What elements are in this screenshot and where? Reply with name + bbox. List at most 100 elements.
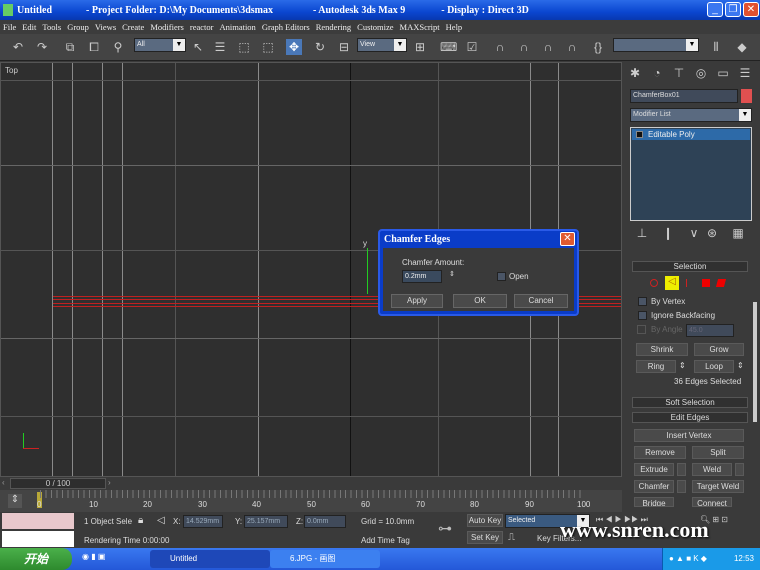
move-icon[interactable]: ✥ xyxy=(286,39,302,55)
polygon-mode-icon[interactable] xyxy=(702,279,710,287)
weld-button[interactable]: Weld xyxy=(692,463,732,476)
menu-create[interactable]: Create xyxy=(122,22,144,32)
undo-icon[interactable]: ↶ xyxy=(10,39,26,55)
by-vertex-checkbox[interactable] xyxy=(638,297,647,306)
ring-spinner[interactable]: ⇕ xyxy=(679,361,686,370)
ref-coord-dropdown[interactable]: View ▼ xyxy=(357,38,407,52)
extrude-settings-button[interactable] xyxy=(677,463,686,476)
next-frame-icon[interactable]: › xyxy=(108,478,111,487)
select-link-icon[interactable]: ⧉ xyxy=(62,39,78,55)
remove-button[interactable]: Remove xyxy=(634,446,686,459)
pin-stack-icon[interactable]: ⊥ xyxy=(634,225,650,241)
split-button[interactable]: Split xyxy=(692,446,744,459)
named-selection-icon[interactable]: ∩ xyxy=(564,39,580,55)
edit-named-sel-icon[interactable]: {} xyxy=(590,39,606,55)
insert-vertex-button[interactable]: Insert Vertex xyxy=(634,429,744,442)
panel-scrollbar[interactable] xyxy=(753,302,757,422)
keyboard-shortcut-icon[interactable]: ⌨ xyxy=(440,39,457,55)
quick-launch-icons[interactable]: ◉ ▮ ▣ xyxy=(82,552,105,561)
select-object-icon[interactable]: ↖ xyxy=(190,39,206,55)
viewport-label[interactable]: Top xyxy=(5,66,18,75)
lock-selection-icon[interactable]: 🔒︎ xyxy=(138,515,143,526)
spinner-snap-icon[interactable]: ∩ xyxy=(540,39,556,55)
edit-edges-rollout-header[interactable]: Edit Edges xyxy=(632,412,748,423)
menu-modifiers[interactable]: Modifiers xyxy=(150,22,184,32)
vertex-mode-icon[interactable] xyxy=(650,279,658,287)
chamfer-amount-input[interactable]: 0.2mm xyxy=(402,270,442,283)
object-name-input[interactable]: ChamferBox01 xyxy=(630,89,738,103)
maxscript-listener-white[interactable] xyxy=(2,531,74,547)
menu-group[interactable]: Group xyxy=(67,22,89,32)
task-paint[interactable]: 6.JPG - 画图 xyxy=(270,550,380,568)
track-bar[interactable]: ⇕ 0 10 20 30 40 50 60 70 80 90 100 xyxy=(0,490,622,512)
menu-customize[interactable]: Customize xyxy=(357,22,393,32)
remove-modifier-icon[interactable]: ⊛ xyxy=(704,225,720,241)
maxscript-listener-pink[interactable] xyxy=(2,513,74,529)
mini-curve-editor-icon[interactable]: ⇕ xyxy=(8,494,22,508)
restore-button[interactable]: ❐ xyxy=(725,2,741,17)
select-by-name-icon[interactable]: ☰ xyxy=(212,39,228,55)
rect-selection-icon[interactable]: ⬚ xyxy=(236,39,252,55)
bridge-button[interactable]: Bridge xyxy=(634,497,674,507)
chamfer-button[interactable]: Chamfer xyxy=(634,480,674,493)
minimize-button[interactable]: _ xyxy=(707,2,723,17)
selection-filter-dropdown[interactable]: All ▼ xyxy=(134,38,186,52)
modify-tab-icon[interactable]: ◔ xyxy=(649,65,665,81)
align-icon[interactable]: ◆ xyxy=(734,39,750,55)
object-color-swatch[interactable] xyxy=(741,89,752,103)
task-untitled[interactable]: Untitled xyxy=(150,550,270,568)
utilities-tab-icon[interactable]: ☰ xyxy=(737,65,753,81)
create-tab-icon[interactable]: ✱ xyxy=(627,65,643,81)
bind-spacewarp-icon[interactable]: ⚲ xyxy=(110,39,126,55)
percent-snap-icon[interactable]: ∩ xyxy=(516,39,532,55)
ring-button[interactable]: Ring xyxy=(636,360,676,373)
named-selection-sets-dropdown[interactable]: ▼ xyxy=(613,38,699,52)
set-key-button[interactable]: Set Key xyxy=(467,531,503,544)
time-slider-bar[interactable]: 0 / 100 ‹ › xyxy=(0,477,622,490)
window-crossing-icon[interactable]: ⬚ xyxy=(260,39,276,55)
mirror-icon[interactable]: ⫴ xyxy=(708,39,724,55)
configure-sets-icon[interactable]: ▦ xyxy=(730,225,746,241)
angle-snap-icon[interactable]: ∩ xyxy=(492,39,508,55)
make-unique-icon[interactable]: ∨ xyxy=(686,225,702,241)
menu-maxscript[interactable]: MAXScript xyxy=(400,22,440,32)
start-button[interactable]: 开始 xyxy=(0,548,72,570)
prev-frame-icon[interactable]: ‹ xyxy=(2,478,5,487)
grow-button[interactable]: Grow xyxy=(694,343,744,356)
cancel-button[interactable]: Cancel xyxy=(514,294,568,308)
menu-reactor[interactable]: reactor xyxy=(190,22,214,32)
z-coord-input[interactable]: 0.0mm xyxy=(304,515,346,528)
scale-icon[interactable]: ⊟ xyxy=(336,39,352,55)
soft-selection-rollout-header[interactable]: Soft Selection xyxy=(632,397,748,408)
menu-help[interactable]: Help xyxy=(446,22,463,32)
menu-rendering[interactable]: Rendering xyxy=(316,22,351,32)
ignore-backfacing-checkbox[interactable] xyxy=(638,311,647,320)
apply-button[interactable]: Apply xyxy=(391,294,443,308)
menu-tools[interactable]: Tools xyxy=(42,22,61,32)
weld-settings-button[interactable] xyxy=(735,463,744,476)
time-slider[interactable]: 0 / 100 xyxy=(10,478,106,489)
target-weld-button[interactable]: Target Weld xyxy=(692,480,744,493)
rotate-icon[interactable]: ↻ xyxy=(312,39,328,55)
close-button[interactable]: ✕ xyxy=(743,2,759,17)
tray-icons[interactable]: ● ▲ ■ K ◆ xyxy=(669,554,707,563)
chamfer-settings-button[interactable] xyxy=(677,480,686,493)
redo-icon[interactable]: ↷ xyxy=(34,39,50,55)
set-key-icon[interactable]: ⎍ xyxy=(508,532,515,543)
motion-tab-icon[interactable]: ◎ xyxy=(693,65,709,81)
edge-mode-icon[interactable]: ◁ xyxy=(665,276,679,290)
extrude-button[interactable]: Extrude xyxy=(634,463,674,476)
auto-key-button[interactable]: Auto Key xyxy=(467,514,503,527)
stack-item-editable-poly[interactable]: Editable Poly xyxy=(632,129,750,140)
ok-button[interactable]: OK xyxy=(453,294,507,308)
expand-icon[interactable] xyxy=(636,131,643,138)
connect-button[interactable]: Connect xyxy=(692,497,732,507)
menu-edit[interactable]: Edit xyxy=(22,22,36,32)
snap-toggle-icon[interactable]: ☑ xyxy=(464,39,480,55)
shrink-button[interactable]: Shrink xyxy=(636,343,688,356)
open-checkbox[interactable] xyxy=(497,272,506,281)
menu-animation[interactable]: Animation xyxy=(219,22,255,32)
menu-file[interactable]: File xyxy=(3,22,16,32)
loop-spinner[interactable]: ⇕ xyxy=(737,361,744,370)
show-end-result-icon[interactable]: ❙ xyxy=(660,225,676,241)
